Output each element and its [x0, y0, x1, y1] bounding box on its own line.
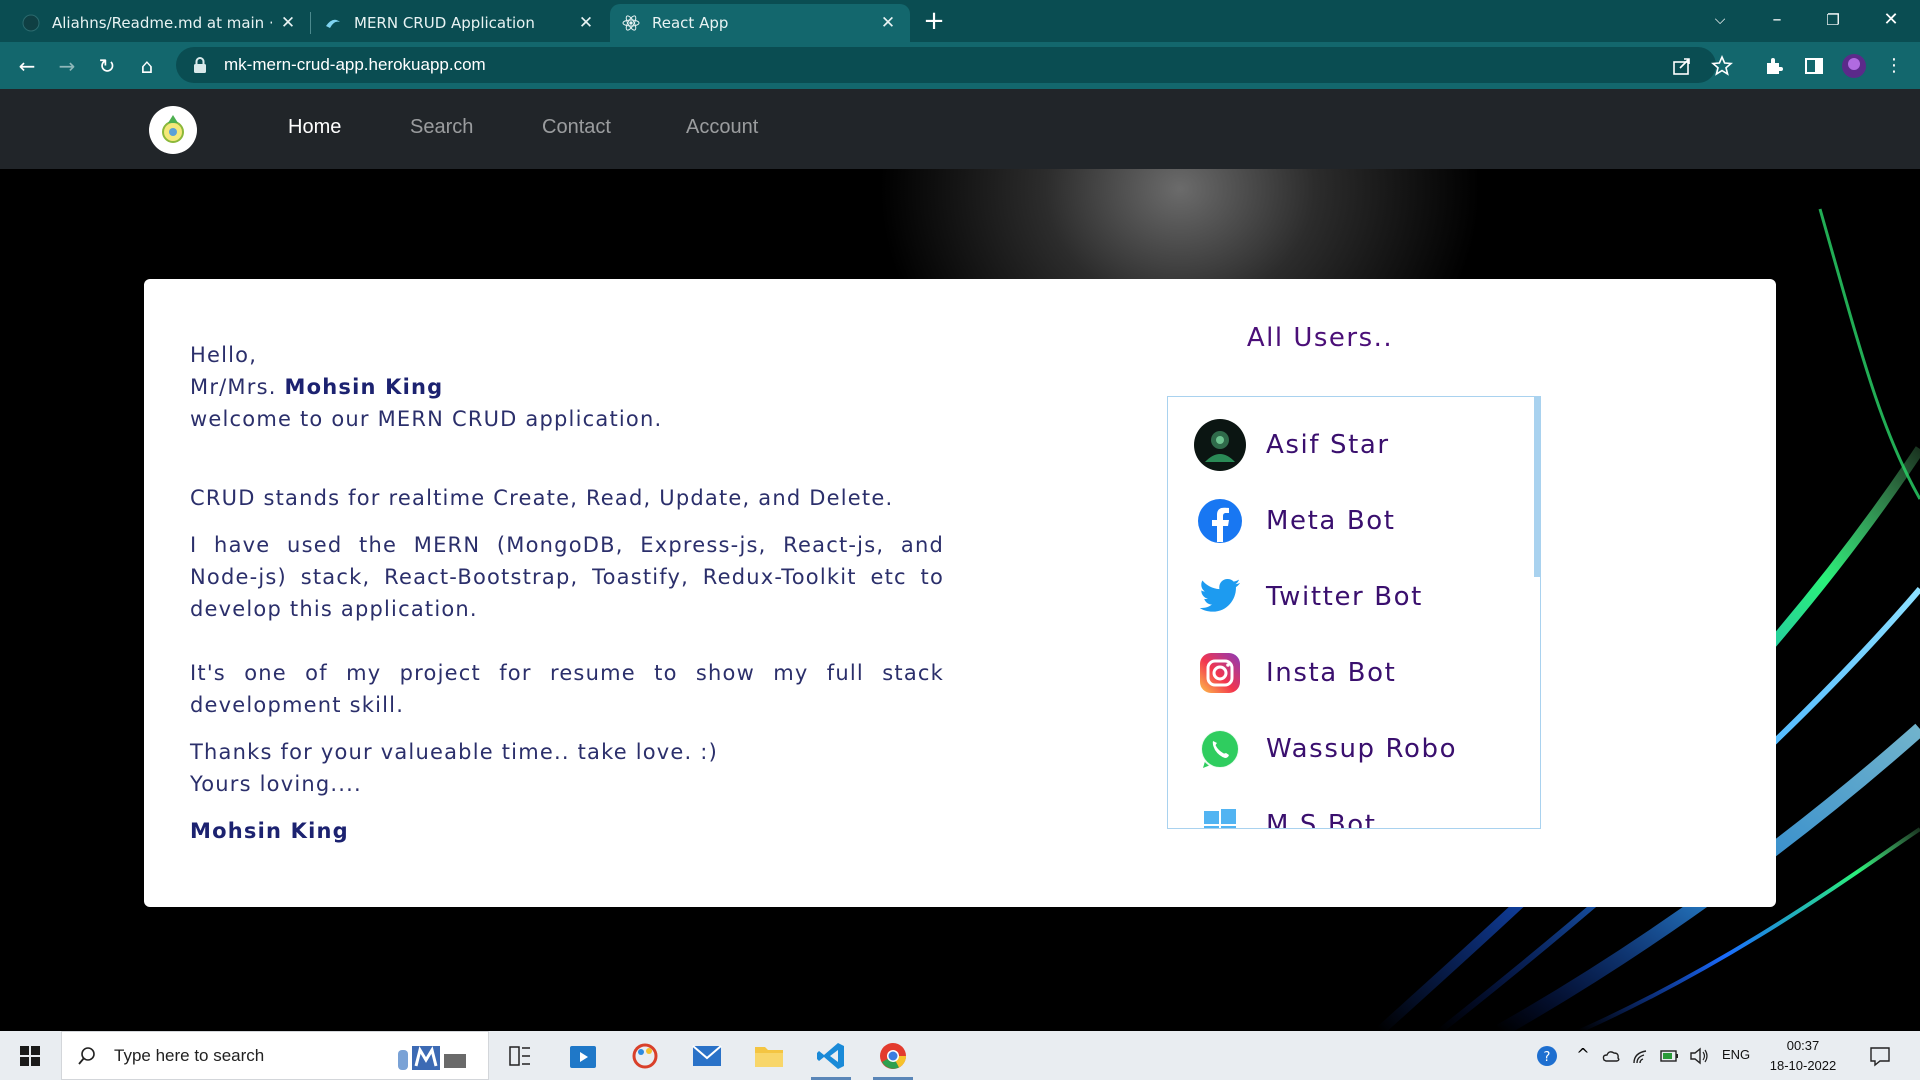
user-list-item[interactable]: Wassup Robo — [1192, 721, 1457, 777]
user-list-item[interactable]: M S Bot — [1192, 797, 1377, 829]
browser-tab-mern-crud[interactable]: MERN CRUD Application ✕ — [312, 4, 608, 42]
browser-tab-strip: Aliahns/Readme.md at main · Mo ✕ MERN CR… — [0, 0, 1920, 42]
salutation-line: Mr/Mrs. Mohsin King — [190, 371, 944, 403]
media-player-icon[interactable] — [560, 1037, 606, 1075]
greeting-text: Hello, — [190, 343, 258, 367]
close-tab-icon[interactable]: ✕ — [878, 13, 898, 33]
windows-icon — [1192, 797, 1248, 828]
file-explorer-icon[interactable] — [746, 1037, 792, 1075]
github-icon — [22, 14, 40, 32]
facebook-icon — [1192, 493, 1248, 549]
tab-title: Aliahns/Readme.md at main · Mo — [52, 14, 272, 32]
thanks-text: Thanks for your valueable time.. take lo… — [190, 740, 718, 764]
all-users-title: All Users.. — [1246, 323, 1394, 353]
taskbar-search-box[interactable]: Type here to search — [61, 1031, 489, 1080]
svg-text:?: ? — [1544, 1050, 1551, 1065]
user-name-label: M S Bot — [1266, 810, 1377, 829]
chevron-up-icon[interactable]: ^ — [1572, 1045, 1594, 1067]
close-window-button[interactable]: ✕ — [1866, 0, 1916, 40]
user-list-item[interactable]: Asif Star — [1192, 417, 1390, 473]
search-placeholder: Type here to search — [114, 1045, 265, 1065]
signature-name: Mohsin King — [190, 819, 349, 843]
language-indicator[interactable]: ENG — [1722, 1047, 1750, 1062]
side-panel-icon[interactable] — [1800, 52, 1828, 80]
reload-button[interactable]: ↻ — [93, 52, 121, 80]
browser-tab-github[interactable]: Aliahns/Readme.md at main · Mo ✕ — [10, 4, 310, 42]
nav-link-contact[interactable]: Contact — [542, 116, 611, 139]
twitter-icon — [1192, 569, 1248, 625]
nav-link-search[interactable]: Search — [410, 116, 473, 139]
browser-toolbar: ← → ↻ ⌂ mk-mern-crud-app.herokuapp.com ⋮ — [0, 42, 1920, 89]
user-name-label: Asif Star — [1266, 430, 1390, 460]
intro-section: Hello, Mr/Mrs. Mohsin King welcome to ou… — [190, 339, 944, 847]
user-list-item[interactable]: Twitter Bot — [1192, 569, 1423, 625]
address-bar[interactable]: mk-mern-crud-app.herokuapp.com — [176, 47, 1716, 83]
windows-start-icon[interactable] — [10, 1041, 50, 1071]
mail-icon[interactable] — [684, 1037, 730, 1075]
mern-app-icon — [326, 19, 340, 28]
user-list-item[interactable]: Meta Bot — [1192, 493, 1396, 549]
app-navbar: Home Search Contact Account — [0, 89, 1920, 169]
home-button[interactable]: ⌂ — [133, 52, 161, 80]
logo-icon — [162, 115, 184, 143]
url-text: mk-mern-crud-app.herokuapp.com — [224, 55, 486, 74]
avatar-photo — [1192, 417, 1248, 473]
whatsapp-icon — [1192, 721, 1248, 777]
task-view-icon[interactable] — [497, 1037, 543, 1075]
tab-title: MERN CRUD Application — [354, 14, 535, 32]
volume-icon[interactable] — [1688, 1045, 1710, 1067]
new-tab-button[interactable]: + — [920, 8, 948, 35]
search-highlight-icon — [398, 1046, 466, 1070]
minimize-button[interactable]: – — [1752, 0, 1802, 40]
clock-date: 18-10-2022 — [1769, 1058, 1837, 1073]
nav-link-home[interactable]: Home — [288, 116, 341, 139]
nav-link-account[interactable]: Account — [686, 116, 758, 139]
closing-text: Yours loving.... — [190, 772, 362, 796]
salutation-text: Mr/Mrs. — [190, 375, 277, 399]
bookmark-star-icon[interactable] — [1708, 52, 1736, 80]
lock-icon — [194, 57, 206, 73]
user-name-label: Twitter Bot — [1266, 582, 1423, 612]
share-icon[interactable] — [1668, 52, 1696, 80]
instagram-icon — [1192, 645, 1248, 701]
stack-description: I have used the MERN (MongoDB, Express-j… — [190, 533, 944, 621]
profile-avatar[interactable] — [1840, 52, 1868, 80]
taskbar-clock[interactable]: 00:37 18-10-2022 — [1762, 1036, 1844, 1076]
tab-divider — [310, 12, 311, 34]
browser-menu-icon[interactable]: ⋮ — [1880, 52, 1908, 80]
battery-icon[interactable] — [1658, 1045, 1680, 1067]
welcome-text: welcome to our MERN CRUD application. — [190, 407, 663, 431]
help-icon[interactable]: ? — [1536, 1045, 1558, 1067]
user-list-item[interactable]: Insta Bot — [1192, 645, 1396, 701]
clock-time: 00:37 — [1786, 1038, 1820, 1053]
forward-button[interactable]: → — [53, 52, 81, 80]
search-icon — [78, 1046, 95, 1065]
brand-logo[interactable] — [149, 106, 197, 154]
user-name-label: Insta Bot — [1266, 658, 1397, 688]
user-name: Mohsin King — [284, 375, 444, 399]
back-button[interactable]: ← — [13, 52, 41, 80]
onedrive-icon[interactable] — [1600, 1045, 1622, 1067]
restore-button[interactable]: ❐ — [1808, 0, 1858, 40]
welcome-card: Hello, Mr/Mrs. Mohsin King welcome to ou… — [144, 279, 1776, 907]
wifi-icon[interactable] — [1630, 1045, 1652, 1067]
windows-taskbar: Type here to search ? ^ ENG 00:37 18-10-… — [0, 1031, 1920, 1080]
vscode-icon[interactable] — [808, 1037, 854, 1080]
crud-description: CRUD stands for realtime Create, Read, U… — [190, 486, 894, 510]
react-icon — [622, 15, 640, 31]
extensions-icon[interactable] — [1760, 52, 1788, 80]
user-name-label: Wassup Robo — [1266, 734, 1458, 764]
close-tab-icon[interactable]: ✕ — [576, 13, 596, 33]
browser-tab-react-app[interactable]: React App ✕ — [610, 4, 910, 42]
scrollbar-thumb[interactable] — [1534, 397, 1540, 577]
paint-icon[interactable] — [622, 1037, 668, 1075]
user-list[interactable]: Asif Star Meta Bot Twitter Bot Insta Bot… — [1167, 396, 1541, 829]
notifications-icon[interactable] — [1868, 1044, 1892, 1068]
tab-search-icon[interactable]: ⌵ — [1695, 0, 1745, 40]
project-description: It's one of my project for resume to sho… — [190, 661, 944, 717]
chrome-icon[interactable] — [870, 1037, 916, 1080]
tab-title: React App — [652, 14, 729, 32]
close-tab-icon[interactable]: ✕ — [278, 13, 298, 33]
user-name-label: Meta Bot — [1266, 506, 1396, 536]
